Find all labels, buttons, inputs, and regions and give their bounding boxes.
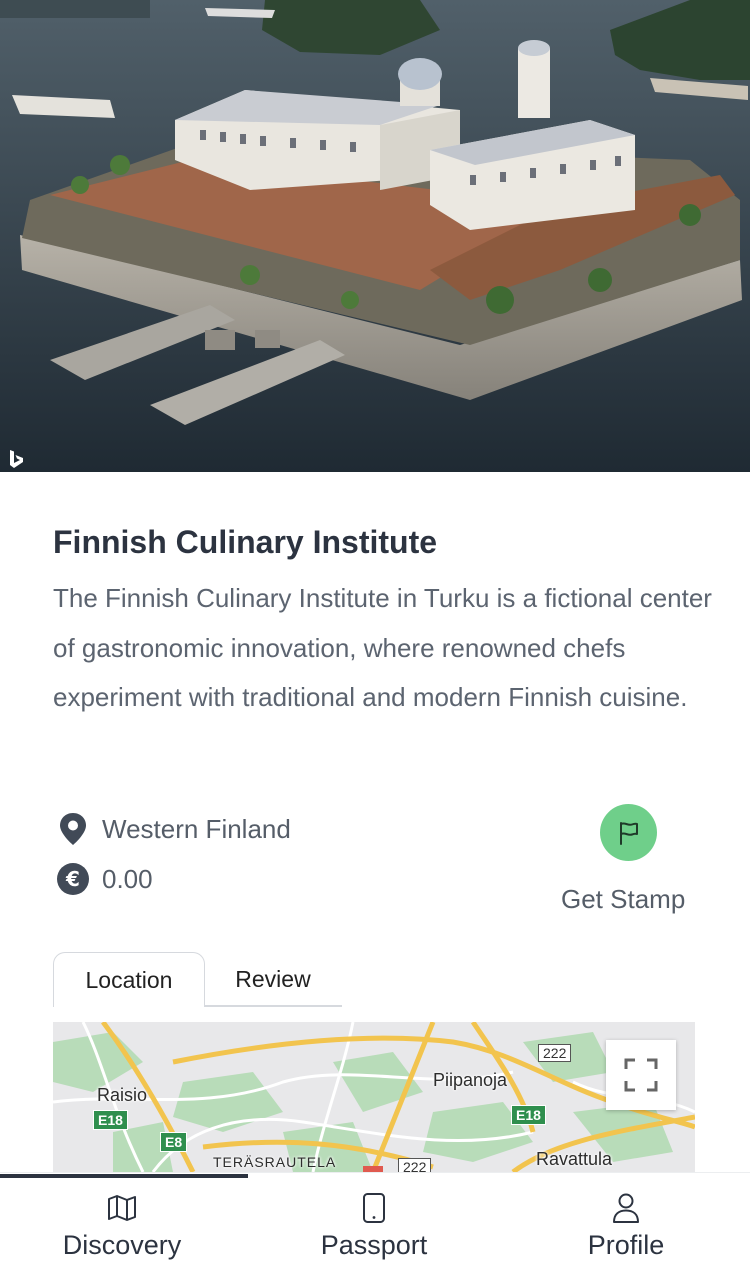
nav-discovery[interactable]: Discovery (0, 1192, 247, 1261)
price-row: € 0.00 (56, 862, 153, 896)
tab-location[interactable]: Location (53, 952, 205, 1007)
map-fullscreen-button[interactable] (606, 1040, 676, 1110)
island-building-illustration (0, 0, 750, 472)
euro-icon: € (56, 862, 90, 896)
road-badge-222-south: 222 (398, 1158, 432, 1172)
user-icon (613, 1193, 639, 1223)
flag-icon (619, 821, 638, 845)
nav-profile-label: Profile (587, 1230, 665, 1260)
get-stamp-button[interactable] (600, 804, 657, 861)
hero-image (0, 0, 750, 472)
nav-profile[interactable]: Profile (501, 1192, 750, 1261)
location-map[interactable]: Raisio Piipanoja TERÄSRAUTELA Ravattula … (53, 1022, 695, 1172)
region-text: Western Finland (102, 813, 291, 844)
phone-icon (363, 1193, 385, 1223)
price-text: 0.00 (102, 863, 153, 894)
road-badge-e18-east: E18 (511, 1105, 546, 1125)
fullscreen-icon (624, 1058, 658, 1092)
bing-logo-icon (10, 450, 23, 468)
nav-discovery-label: Discovery (62, 1230, 182, 1260)
nav-passport-label: Passport (320, 1230, 428, 1260)
place-description: The Finnish Culinary Institute in Turku … (53, 583, 712, 712)
place-title: Finnish Culinary Institute (53, 524, 438, 560)
map-pin-icon (56, 812, 90, 846)
road-badge-222-north: 222 (538, 1044, 572, 1062)
map-label-ravattula: Ravattula (536, 1149, 613, 1169)
tab-review[interactable]: Review (204, 952, 342, 1006)
map-label-piipanoja: Piipanoja (433, 1070, 508, 1090)
road-badge-e8: E8 (160, 1132, 188, 1152)
get-stamp-label[interactable]: Get Stamp (561, 884, 685, 915)
nav-passport[interactable]: Passport (249, 1192, 499, 1261)
map-label-terasrautela: TERÄSRAUTELA (213, 1154, 337, 1170)
nav-active-indicator (0, 1174, 248, 1178)
map-label-raisio: Raisio (97, 1085, 148, 1105)
tab-divider (204, 1005, 342, 1007)
road-badge-e18-west: E18 (93, 1110, 128, 1130)
svg-text:€: € (65, 867, 80, 891)
map-icon (108, 1195, 136, 1221)
region-row: Western Finland (56, 812, 291, 846)
